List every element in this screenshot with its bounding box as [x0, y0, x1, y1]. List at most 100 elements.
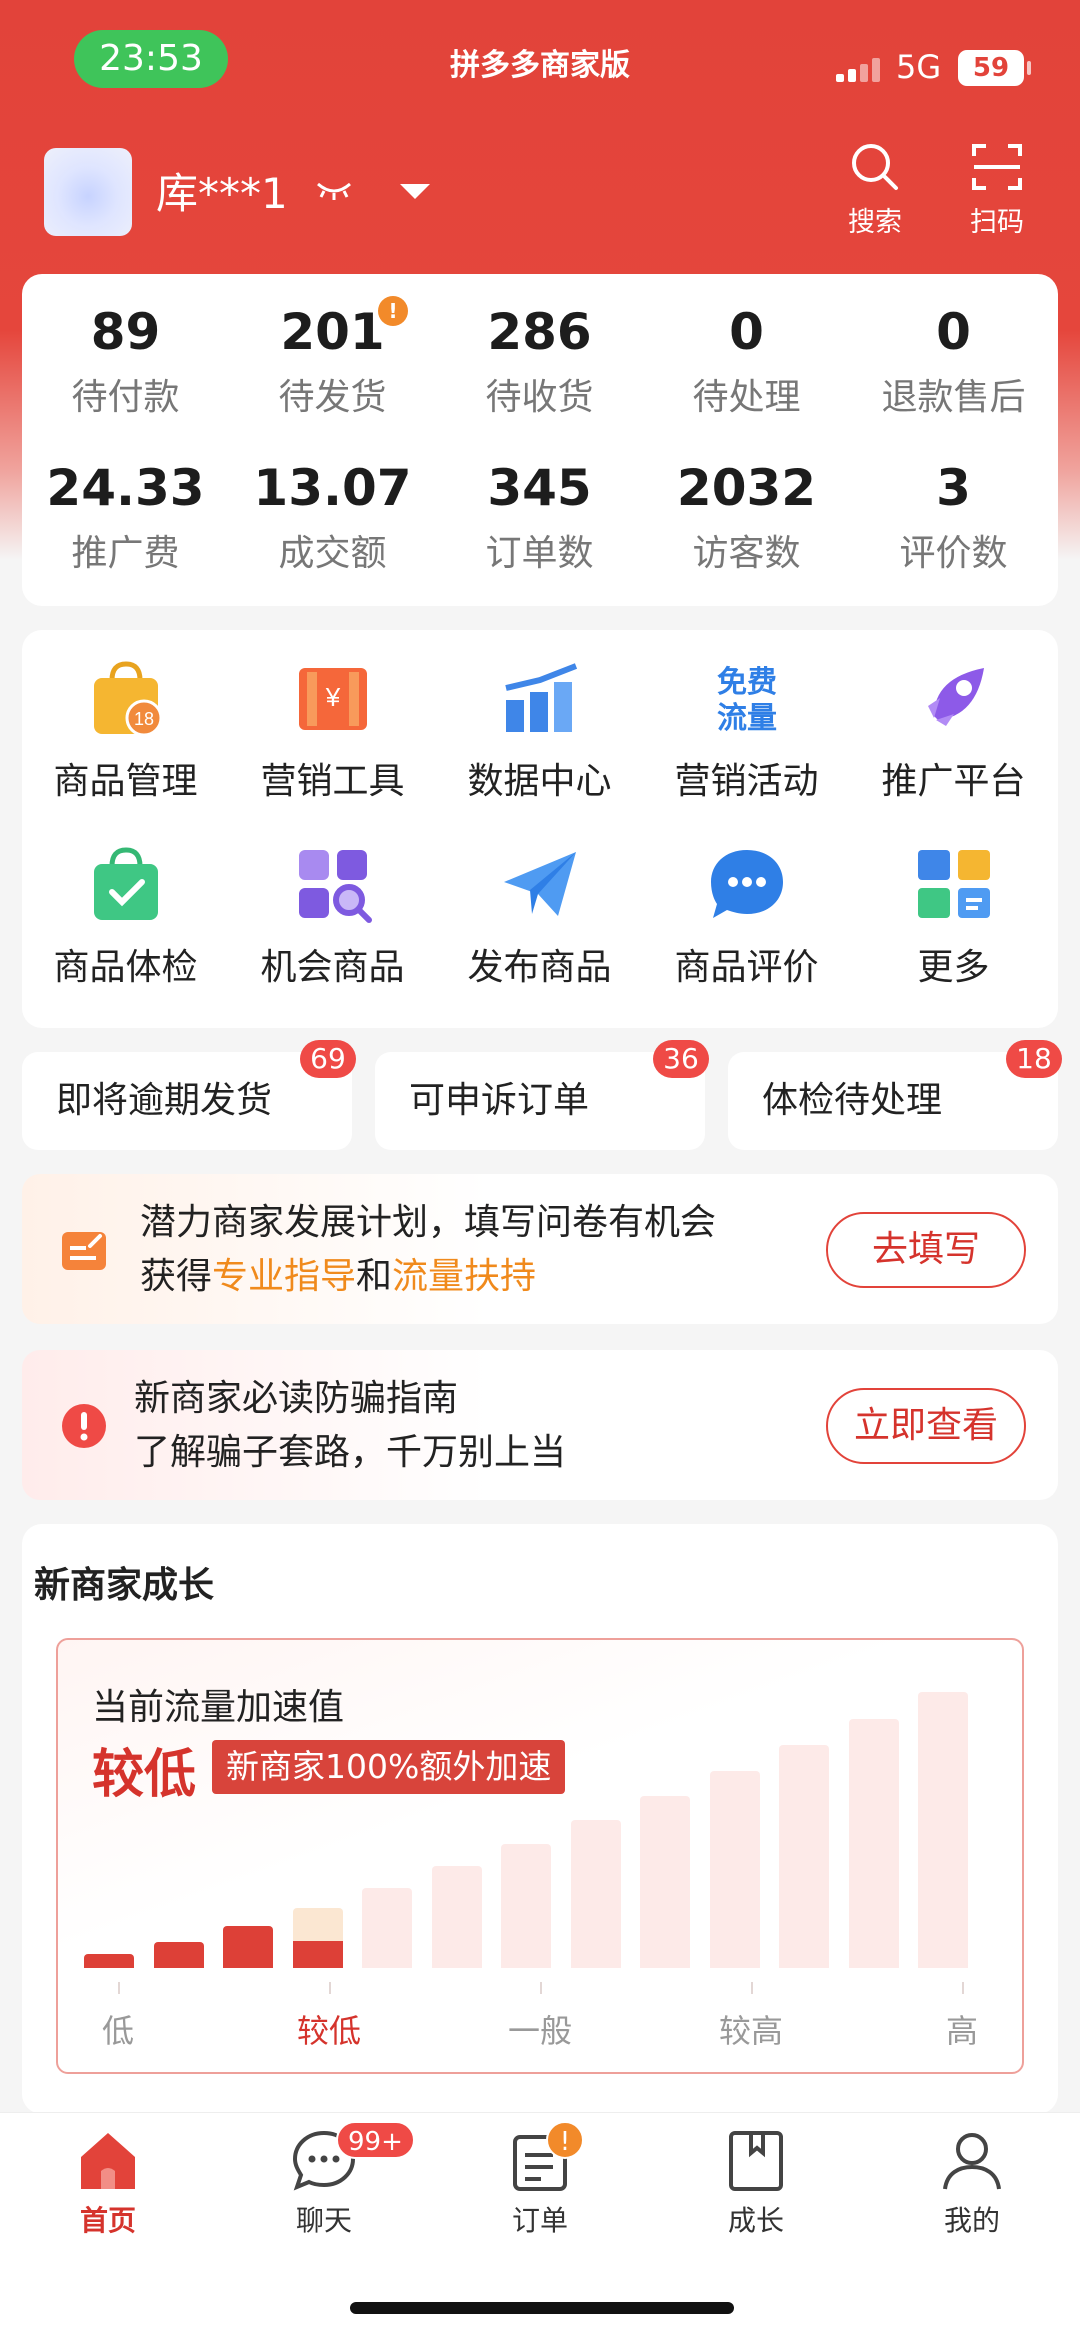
stat-value: 286: [487, 303, 592, 361]
scan-label: 扫码: [970, 207, 1024, 238]
chip-appealable-orders[interactable]: 可申诉订单 36: [375, 1040, 709, 1150]
scan-button[interactable]: 扫码: [952, 140, 1042, 239]
shop-name[interactable]: 库***1: [156, 160, 288, 221]
scan-icon: [972, 144, 1022, 190]
stat-pending-handle[interactable]: 0 待处理: [643, 300, 850, 420]
grid-search-icon: [293, 844, 373, 924]
level-bar: [84, 1954, 134, 1968]
chip-label: 即将逾期发货: [56, 1080, 273, 1121]
level-bar: [223, 1926, 273, 1968]
stat-reviews[interactable]: 3 评价数: [850, 456, 1057, 576]
stat-label: 待收货: [485, 377, 594, 418]
banner-line1: 新商家必读防骗指南: [134, 1378, 459, 1419]
paper-plane-icon: [500, 844, 580, 924]
tool-opportunity-products[interactable]: 机会商品: [229, 844, 436, 990]
stat-value: 345: [487, 459, 592, 517]
level-tick: [118, 1982, 120, 1994]
profile-icon: [943, 2133, 1001, 2190]
tool-product-checkup[interactable]: 商品体检: [22, 844, 229, 990]
tool-marketing-activities[interactable]: 免费 流量 营销活动: [643, 658, 850, 804]
tool-promotion-platform[interactable]: 推广平台: [850, 658, 1057, 804]
speed-value: 较低: [92, 1745, 197, 1805]
tool-more[interactable]: 更多: [850, 844, 1057, 990]
chip-label: 可申诉订单: [409, 1080, 590, 1121]
tool-label: 营销工具: [260, 761, 405, 802]
chip-checkup-pending[interactable]: 体检待处理 18: [728, 1040, 1062, 1150]
tab-label: 聊天: [295, 2204, 352, 2237]
tab-home[interactable]: 首页: [0, 2127, 216, 2239]
tool-label: 商品体检: [53, 947, 198, 988]
free-traffic-icon: 免费 流量: [707, 658, 787, 738]
traffic-accelerator-panel[interactable]: 当前流量加速值 较低 新商家100%额外加速 低 较低 一般 较高 高: [56, 1638, 1024, 2074]
stat-value: 0: [729, 303, 764, 361]
stat-label: 推广费: [71, 533, 180, 574]
tool-product-management[interactable]: 18 商品管理: [22, 658, 229, 804]
chip-overdue-shipment[interactable]: 即将逾期发货 69: [22, 1040, 356, 1150]
coupon-ticket-icon: ¥: [293, 658, 373, 738]
anti-fraud-banner[interactable]: 新商家必读防骗指南 了解骗子套路，千万别上当 立即查看: [22, 1350, 1058, 1500]
shop-switch-caret-icon[interactable]: [400, 184, 430, 199]
free-traffic-line1: 免费: [717, 665, 777, 700]
search-button[interactable]: 搜索: [830, 140, 920, 239]
tab-label: 成长: [727, 2204, 784, 2237]
stat-value: 24.33: [46, 459, 205, 517]
stat-value: 0: [936, 303, 971, 361]
banner-line2: 获得专业指导和流量扶持: [140, 1250, 716, 1304]
tool-data-center[interactable]: 数据中心: [436, 658, 643, 804]
fill-survey-button[interactable]: 去填写: [826, 1212, 1026, 1288]
stat-value: 13.07: [253, 459, 412, 517]
tool-product-reviews[interactable]: 商品评价: [643, 844, 850, 990]
level-bar: [501, 1844, 551, 1968]
search-label: 搜索: [848, 207, 902, 238]
banner-text: 新商家必读防骗指南 了解骗子套路，千万别上当: [134, 1372, 566, 1480]
level-tick: [329, 1982, 331, 1994]
tool-marketing-tools[interactable]: ¥ 营销工具: [229, 658, 436, 804]
level-bar: [640, 1796, 690, 1968]
banner-line2-mid: 和: [356, 1256, 393, 1297]
stat-pending-receipt[interactable]: 286 待收货: [436, 300, 643, 420]
level-tick-label: 较低: [296, 2012, 361, 2050]
stat-refund[interactable]: 0 退款售后: [850, 300, 1057, 420]
tool-label: 更多: [917, 947, 990, 988]
stat-value: 2032: [676, 459, 817, 517]
tab-chat[interactable]: 聊天 99+: [216, 2121, 432, 2239]
tab-orders[interactable]: 订单 !: [432, 2121, 648, 2239]
level-tick: [962, 1982, 964, 1994]
home-icon: [81, 2133, 135, 2189]
banner-line2-prefix: 获得: [140, 1256, 213, 1297]
tool-label: 商品管理: [53, 761, 198, 802]
stat-pending-payment[interactable]: 89 待付款: [22, 300, 229, 420]
growth-book-icon: [729, 2131, 783, 2191]
stat-turnover[interactable]: 13.07 成交额: [229, 456, 436, 576]
level-tick-label: 高: [945, 2012, 978, 2050]
eye-closed-icon[interactable]: [314, 174, 354, 204]
status-bar: 23:53 拼多多商家版 5G 59: [0, 0, 1080, 120]
level-tick-label: 较高: [718, 2012, 783, 2050]
more-apps-icon: [914, 844, 994, 924]
chip-count-badge: 18: [1006, 1040, 1062, 1078]
tool-publish-product[interactable]: 发布商品: [436, 844, 643, 990]
network-type: 5G: [896, 48, 942, 86]
merchant-plan-banner[interactable]: 潜力商家发展计划，填写问卷有机会 获得专业指导和流量扶持 去填写: [22, 1174, 1058, 1324]
coupon-glyph: ¥: [324, 682, 340, 712]
tab-profile[interactable]: 我的: [864, 2127, 1080, 2239]
view-now-button[interactable]: 立即查看: [826, 1388, 1026, 1464]
level-tick-label: 低: [101, 2012, 134, 2050]
shop-avatar[interactable]: [44, 148, 132, 236]
tool-label: 营销活动: [674, 761, 819, 802]
tool-label: 推广平台: [881, 761, 1026, 802]
tab-label: 订单: [511, 2204, 568, 2237]
stat-order-count[interactable]: 345 订单数: [436, 456, 643, 576]
stat-label: 待发货: [278, 377, 387, 418]
free-traffic-line2: 流量: [717, 701, 777, 736]
stat-visitors[interactable]: 2032 访客数: [643, 456, 850, 576]
form-edit-icon: [62, 1232, 106, 1270]
rocket-icon: [914, 658, 994, 738]
level-bar: [709, 1771, 760, 1968]
highlight-professional-guidance: 专业指导: [212, 1256, 357, 1297]
stat-value: 89: [90, 303, 161, 361]
highlight-traffic-support: 流量扶持: [392, 1256, 537, 1297]
level-tick: [540, 1982, 542, 1994]
stat-promotion-fee[interactable]: 24.33 推广费: [22, 456, 229, 576]
tab-growth[interactable]: 成长: [648, 2127, 864, 2239]
